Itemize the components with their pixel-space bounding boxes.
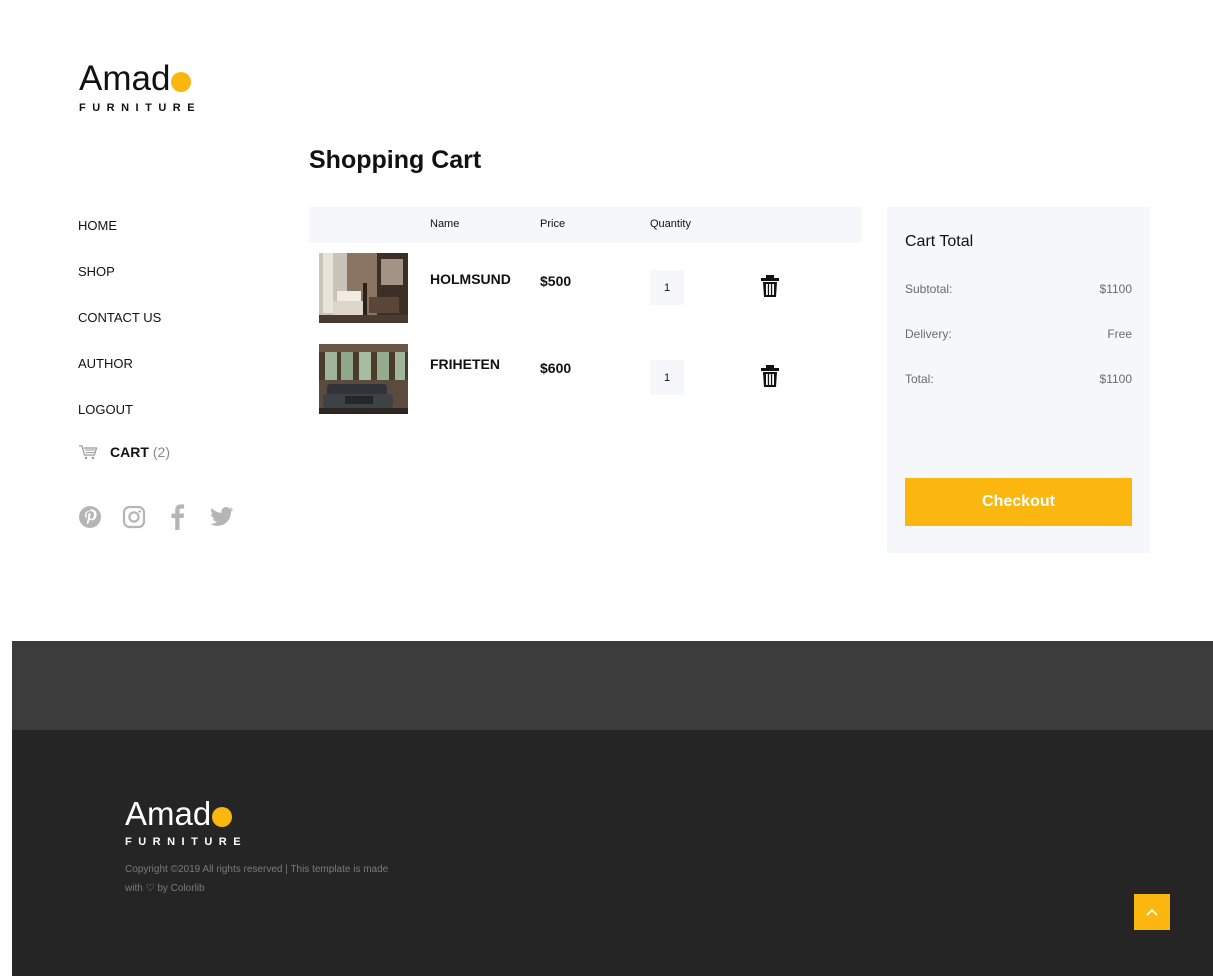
- logo-wordmark: Amad: [79, 60, 201, 98]
- logo-subtitle: FURNITURE: [79, 102, 202, 114]
- quantity-input[interactable]: 1: [650, 270, 684, 305]
- nav-item-contact-us[interactable]: CONTACT US: [78, 308, 170, 354]
- logo-text: Amad: [79, 59, 171, 98]
- cart-count: (2): [152, 444, 171, 460]
- cart-label: CART: [110, 444, 149, 460]
- cart-icon: [79, 445, 98, 460]
- nav-item-home[interactable]: HOME: [78, 216, 170, 262]
- subtotal-value: $1100: [1099, 282, 1132, 296]
- product-name[interactable]: HOLMSUND: [430, 271, 511, 287]
- trash-icon[interactable]: [760, 365, 780, 387]
- footer-logo[interactable]: Amad FURNITURE: [125, 796, 248, 849]
- column-price: Price: [540, 218, 566, 230]
- nav-item-author[interactable]: AUTHOR: [78, 354, 170, 400]
- copyright-with: with: [125, 883, 143, 894]
- heart-icon: ♡: [145, 883, 155, 894]
- footer-logo-dot: [212, 807, 233, 827]
- nav-item-cart[interactable]: CART (2): [78, 442, 170, 462]
- pinterest-icon[interactable]: [78, 505, 102, 529]
- copyright-text: Copyright ©2019 All rights reserved | Th…: [125, 860, 435, 898]
- delivery-value: Free: [1107, 327, 1132, 341]
- product-price: $600: [540, 360, 572, 376]
- social-links: [78, 504, 254, 530]
- cart-total-title: Cart Total: [905, 233, 974, 250]
- subtotal-row: Subtotal: $1100: [905, 282, 1132, 296]
- delivery-row: Delivery: Free: [905, 327, 1132, 341]
- total-row: Total: $1100: [905, 372, 1132, 386]
- copyright-line-2: with ♡ by Colorlib: [125, 879, 435, 898]
- logo-dot: [171, 72, 192, 92]
- footer-logo-text: Amad: [125, 795, 212, 832]
- product-name[interactable]: FRIHETEN: [430, 356, 500, 372]
- table-row: FRIHETEN $600 1: [309, 334, 861, 425]
- copyright-by-link[interactable]: by Colorlib: [157, 883, 204, 894]
- footer-top-band: [12, 641, 1213, 730]
- product-image[interactable]: [319, 253, 408, 323]
- total-value: $1100: [1099, 372, 1132, 386]
- copyright-line-1: Copyright ©2019 All rights reserved | Th…: [125, 864, 389, 875]
- nav-item-logout[interactable]: LOGOUT: [78, 400, 170, 446]
- footer-logo-subtitle: FURNITURE: [125, 836, 248, 848]
- quantity-input[interactable]: 1: [650, 360, 684, 395]
- footer: Amad FURNITURE Copyright ©2019 All right…: [12, 730, 1213, 976]
- table-row: HOLMSUND $500 1: [309, 243, 861, 334]
- chevron-up-icon: [1146, 908, 1158, 916]
- page-title: Shopping Cart: [309, 146, 482, 174]
- footer-logo-wordmark: Amad: [125, 796, 247, 832]
- product-price: $500: [540, 273, 572, 289]
- facebook-icon[interactable]: [166, 504, 190, 530]
- sidebar-nav: HOME SHOP CONTACT US AUTHOR LOGOUT CART …: [78, 216, 170, 462]
- cart-table: Name Price Quantity HOLMSUND $500 1 FRIH…: [309, 207, 861, 425]
- product-image[interactable]: [319, 344, 408, 414]
- subtotal-label: Subtotal:: [905, 282, 953, 296]
- cart-total-panel: Cart Total Subtotal: $1100 Delivery: Fre…: [887, 207, 1150, 553]
- nav-item-shop[interactable]: SHOP: [78, 262, 170, 308]
- twitter-icon[interactable]: [210, 505, 234, 529]
- total-label: Total:: [905, 372, 934, 386]
- instagram-icon[interactable]: [122, 505, 146, 529]
- trash-icon[interactable]: [760, 275, 780, 297]
- delivery-label: Delivery:: [905, 327, 952, 341]
- column-quantity: Quantity: [650, 218, 691, 230]
- checkout-button[interactable]: Checkout: [905, 478, 1132, 526]
- column-name: Name: [430, 218, 460, 230]
- brand-logo[interactable]: Amad FURNITURE: [79, 60, 202, 115]
- scroll-to-top-button[interactable]: [1134, 894, 1170, 930]
- table-header: Name Price Quantity: [309, 207, 861, 243]
